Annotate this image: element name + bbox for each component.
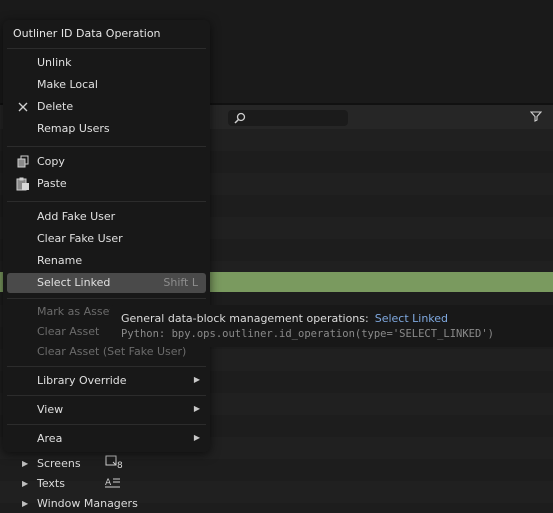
menu-title: Outliner ID Data Operation — [13, 27, 161, 40]
tooltip-python: Python: bpy.ops.outliner.id_operation(ty… — [121, 328, 494, 340]
menu-item-label: Unlink — [37, 56, 72, 69]
menu-item-clear-fake-user[interactable]: Clear Fake User — [7, 229, 206, 249]
tree-item-label: Window Managers — [37, 496, 138, 510]
menu-item-label: Make Local — [37, 78, 98, 91]
tooltip-description: General data-block management operations… — [121, 312, 369, 325]
menu-item-make-local[interactable]: Make Local — [7, 75, 206, 95]
shortcut-label: Shift L — [163, 276, 198, 289]
outliner-id-data-operation-menu: Outliner ID Data Operation Unlink Make L… — [3, 20, 210, 452]
menu-item-label: Add Fake User — [37, 210, 116, 223]
menu-item-select-linked[interactable]: Select Linked Shift L — [7, 273, 206, 293]
menu-item-label: Mark as Asset — [37, 305, 114, 318]
tree-item-label: Texts — [37, 476, 65, 490]
tree-item-window-managers[interactable]: ▶ Window Managers — [22, 493, 138, 513]
menu-item-label: Remap Users — [37, 122, 110, 135]
search-input[interactable] — [228, 110, 348, 126]
menu-item-label: Copy — [37, 155, 65, 168]
menu-separator — [7, 48, 206, 49]
menu-item-label: Clear Fake User — [37, 232, 123, 245]
menu-item-label: Clear Asset — [37, 325, 100, 338]
expand-triangle-icon[interactable]: ▶ — [22, 479, 32, 488]
expand-triangle-icon[interactable]: ▶ — [22, 499, 32, 508]
menu-item-copy[interactable]: Copy — [7, 152, 206, 172]
menu-separator — [7, 424, 206, 425]
submenu-arrow-icon: ▶ — [193, 404, 200, 413]
menu-item-add-fake-user[interactable]: Add Fake User — [7, 207, 206, 227]
tree-item-screens[interactable]: ▶ Screens 8 — [22, 453, 123, 473]
menu-item-label: Rename — [37, 254, 83, 267]
menu-item-label: Select Linked — [37, 276, 111, 289]
tooltip-value: Select Linked — [374, 312, 449, 325]
menu-separator — [7, 366, 206, 367]
menu-item-unlink[interactable]: Unlink — [7, 53, 206, 73]
menu-item-label: Area — [37, 432, 63, 445]
menu-item-library-override[interactable]: Library Override ▶ — [7, 371, 206, 391]
menu-separator — [7, 298, 206, 299]
expand-triangle-icon[interactable]: ▶ — [22, 459, 32, 468]
filter-icon[interactable] — [529, 110, 543, 125]
tree-item-label: Screens — [37, 456, 81, 470]
menu-item-remap-users[interactable]: Remap Users — [7, 119, 206, 139]
tooltip-description-line: General data-block management operations… — [121, 312, 448, 325]
submenu-arrow-icon: ▶ — [193, 433, 200, 442]
menu-item-label: Delete — [37, 100, 74, 113]
menu-item-view[interactable]: View ▶ — [7, 400, 206, 420]
screen-icon: 8 — [105, 455, 123, 471]
paste-icon — [16, 177, 30, 191]
copy-icon — [16, 155, 30, 169]
x-icon — [16, 100, 30, 114]
menu-item-label: View — [37, 403, 64, 416]
tree-item-texts[interactable]: ▶ Texts A — [22, 473, 121, 493]
menu-item-label: Paste — [37, 177, 67, 190]
tooltip: General data-block management operations… — [110, 305, 553, 347]
menu-separator — [7, 395, 206, 396]
search-icon — [234, 112, 246, 127]
menu-item-rename[interactable]: Rename — [7, 251, 206, 271]
menu-item-delete[interactable]: Delete — [7, 97, 206, 117]
submenu-arrow-icon: ▶ — [193, 375, 200, 384]
text-icon: A — [105, 476, 121, 490]
menu-item-label: Library Override — [37, 374, 127, 387]
screens-count-badge: 8 — [117, 461, 123, 471]
menu-item-area[interactable]: Area ▶ — [7, 429, 206, 449]
menu-separator — [7, 201, 206, 202]
menu-item-paste[interactable]: Paste — [7, 174, 206, 194]
menu-separator — [7, 146, 206, 147]
